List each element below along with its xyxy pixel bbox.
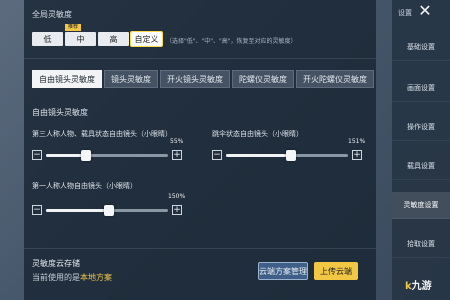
slider-third-person: − + 55% [32, 138, 183, 162]
tab-camera[interactable]: 镜头灵敏度 [104, 70, 158, 88]
slider-thumb[interactable] [285, 150, 296, 161]
preset-custom-button[interactable]: 自定义 [130, 31, 163, 47]
slider-value: 151% [348, 138, 366, 145]
tab-gyroscope[interactable]: 陀螺仪灵敏度 [232, 70, 294, 88]
current-scheme-value: 本地方案 [80, 273, 112, 282]
sidebar-item-basic[interactable]: 基础设置 [392, 34, 450, 61]
sidebar-item-controls[interactable]: 操作设置 [392, 114, 450, 141]
slider-fill [226, 154, 291, 157]
watermark-logo: k九游 [405, 281, 432, 292]
recommended-badge: 推荐 [65, 24, 82, 31]
tab-fire-gyroscope[interactable]: 开火陀螺仪灵敏度 [296, 70, 374, 88]
close-icon[interactable]: ✕ [417, 3, 433, 19]
slider-track[interactable] [226, 150, 348, 161]
plus-button[interactable]: + [352, 150, 362, 160]
current-scheme-line: 当前使用的是本地方案 [32, 273, 112, 282]
slider-label-third-person: 第三人称人物、载具状态自由镜头（小眼睛） [32, 130, 172, 138]
plus-button[interactable]: + [172, 205, 182, 215]
slider-value: 55% [170, 138, 184, 145]
preset-low-button[interactable]: 低 [32, 32, 63, 46]
minus-button[interactable]: − [32, 205, 42, 215]
sidebar-item-sensitivity[interactable]: 灵敏度设置 [392, 192, 450, 219]
section-title: 自由镜头灵敏度 [32, 108, 88, 117]
slider-thumb[interactable] [104, 205, 115, 216]
global-sensitivity-selector: 低 推荐 中 高 自定义 [32, 24, 164, 47]
tab-free-camera[interactable]: 自由镜头灵敏度 [32, 70, 102, 88]
slider-fill [46, 209, 110, 212]
sidebar-item-graphics[interactable]: 画面设置 [392, 75, 450, 102]
sidebar-title: 设置 [398, 9, 412, 17]
global-sensitivity-title: 全局灵敏度 [32, 10, 72, 19]
sidebar-item-vehicle[interactable]: 载具设置 [392, 153, 450, 180]
cloud-scheme-manage-button[interactable]: 云端方案管理 [258, 262, 308, 280]
divider [24, 58, 376, 59]
sidebar-item-pickup[interactable]: 拾取设置 [392, 231, 450, 258]
slider-track[interactable] [46, 150, 168, 161]
preset-high-button[interactable]: 高 [98, 32, 129, 46]
minus-button[interactable]: − [212, 150, 222, 160]
slider-parachute: − + 151% [212, 138, 365, 162]
sensitivity-tabs: 自由镜头灵敏度 镜头灵敏度 开火镜头灵敏度 陀螺仪灵敏度 开火陀螺仪灵敏度 [32, 70, 376, 88]
slider-fill [46, 154, 87, 157]
preset-medium-button[interactable]: 推荐 中 [65, 24, 96, 46]
slider-label-first-person: 第一人称人物自由镜头（小眼睛） [32, 182, 137, 190]
tab-fire-camera[interactable]: 开火镜头灵敏度 [160, 70, 230, 88]
slider-track[interactable] [46, 205, 168, 216]
slider-value: 150% [168, 193, 186, 200]
slider-label-parachute: 跳伞状态自由镜头（小眼睛） [212, 130, 303, 138]
slider-first-person: − + 150% [32, 193, 185, 217]
upload-cloud-button[interactable]: 上传云端 [314, 262, 358, 280]
preset-hint: （选择"低"、"中"、"高"，恢复至对应的灵敏度） [166, 38, 297, 45]
plus-button[interactable]: + [172, 150, 182, 160]
minus-button[interactable]: − [32, 150, 42, 160]
slider-thumb[interactable] [81, 150, 92, 161]
divider [24, 248, 376, 249]
cloud-storage-title: 灵敏度云存储 [32, 259, 80, 268]
